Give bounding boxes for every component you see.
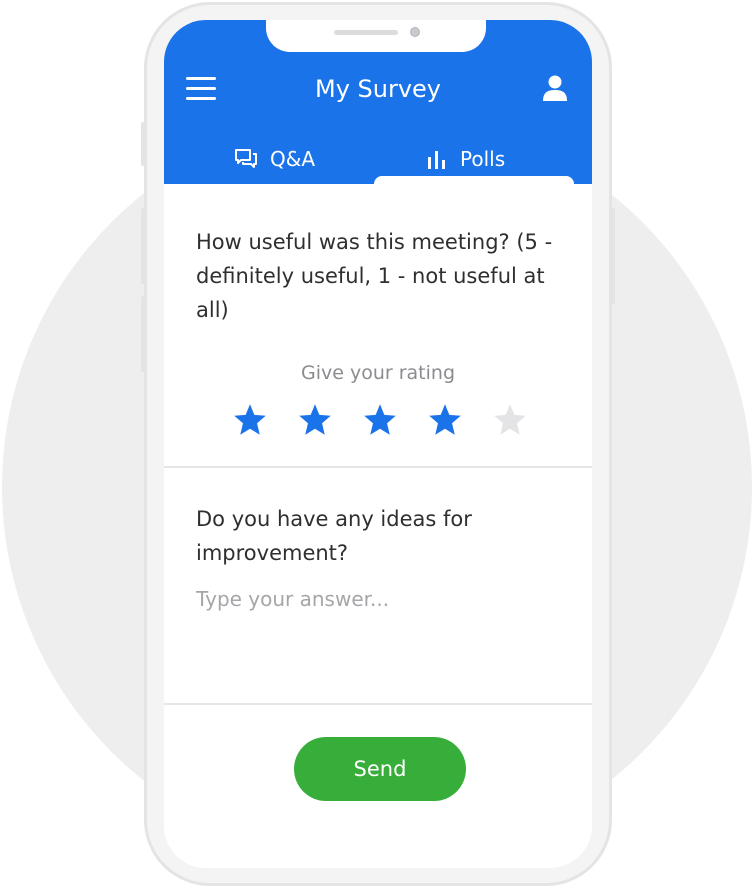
divider: [164, 703, 592, 705]
phone-side-button: [141, 122, 145, 166]
tab-qa-label: Q&A: [270, 147, 316, 171]
tab-polls[interactable]: Polls: [426, 144, 505, 174]
rating-prompt: Give your rating: [300, 362, 456, 384]
active-tab-indicator: [374, 176, 574, 192]
hamburger-menu-icon[interactable]: [186, 77, 216, 101]
app-header: My Survey Q&A Polls: [164, 20, 592, 184]
bar-chart-icon: [428, 151, 445, 169]
send-button[interactable]: Send: [294, 737, 466, 801]
phone-side-button: [141, 208, 145, 284]
question-rating: How useful was this meeting? (5 - defini…: [196, 230, 553, 322]
star-filled-icon[interactable]: [427, 402, 463, 438]
stage: My Survey Q&A Polls How useful was this …: [0, 0, 756, 888]
user-profile-icon[interactable]: [540, 74, 570, 102]
phone-side-button: [611, 208, 615, 304]
phone-screen: My Survey Q&A Polls How useful was this …: [164, 20, 592, 868]
phone-side-button: [141, 296, 145, 372]
question-ideas: Do you have any ideas for improvement?: [196, 507, 472, 565]
tab-qa[interactable]: Q&A: [234, 144, 315, 174]
speaker-grille: [334, 30, 398, 35]
answer-input[interactable]: [194, 582, 568, 616]
star-empty-icon[interactable]: [492, 402, 528, 438]
chat-bubbles-icon: [235, 149, 257, 168]
divider: [164, 466, 592, 468]
star-filled-icon[interactable]: [232, 402, 268, 438]
tab-polls-label: Polls: [460, 147, 506, 171]
camera-dot: [410, 27, 420, 37]
page-title: My Survey: [314, 75, 442, 103]
star-filled-icon[interactable]: [297, 402, 333, 438]
star-rating: [232, 402, 528, 442]
star-filled-icon[interactable]: [362, 402, 398, 438]
phone-notch: [266, 20, 486, 52]
